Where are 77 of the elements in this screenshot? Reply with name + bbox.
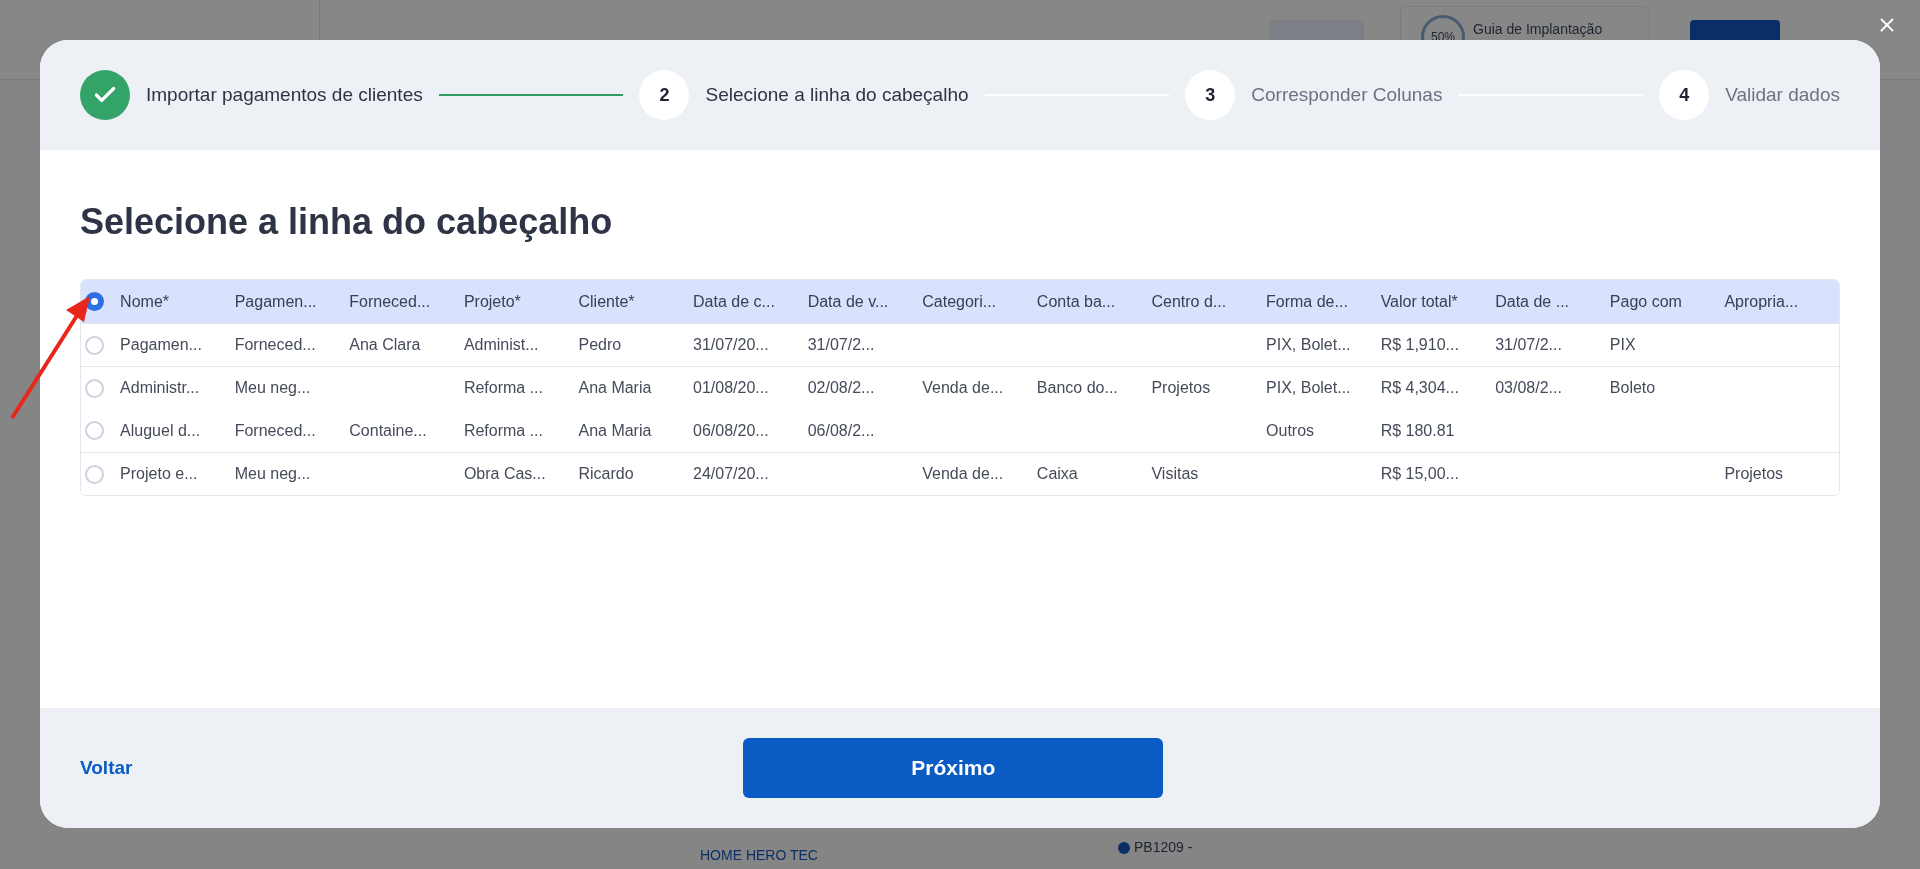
table-cell: Pedro	[578, 336, 622, 353]
table-cell: 01/08/20...	[693, 379, 769, 396]
table-cell: Venda de...	[922, 465, 1004, 482]
table-cell: PIX, Bolet...	[1266, 336, 1351, 353]
table-cell: R$ 1,910...	[1380, 336, 1459, 353]
table-cell: PIX	[1609, 336, 1636, 353]
next-button[interactable]: Próximo	[743, 738, 1164, 798]
radio-button[interactable]	[85, 378, 105, 398]
table-cell: Pago com	[1609, 292, 1682, 310]
table-cell: 06/08/2...	[807, 421, 875, 439]
table-cell: R$ 180.81	[1380, 421, 1455, 439]
table-cell: Forneced...	[234, 336, 316, 353]
table-cell: Data de ...	[1495, 292, 1570, 310]
radio-button[interactable]	[85, 464, 105, 484]
step-number: 3	[1185, 70, 1236, 120]
back-link[interactable]: Voltar	[80, 753, 133, 783]
table-cell: Ana Clara	[349, 336, 421, 353]
table-cell: Venda de...	[922, 379, 1004, 396]
table-cell: Administr...	[120, 379, 200, 396]
table-cell: Forneced...	[234, 421, 316, 439]
table-cell: 06/08/20...	[693, 421, 769, 439]
table-cell: 03/08/2...	[1495, 379, 1562, 396]
table-cell: Outros	[1266, 421, 1315, 439]
step-label: Importar pagamentos de clientes	[146, 82, 423, 107]
table-cell: Pagamen...	[120, 336, 202, 353]
table-cell: Data de c...	[693, 292, 775, 310]
client-name: HOME HERO TEC	[700, 846, 818, 865]
table-cell: Ricardo	[578, 465, 634, 482]
table-cell: 31/07/20...	[693, 336, 769, 353]
step-label: Validar dados	[1725, 82, 1840, 107]
table-cell: Centro d...	[1151, 292, 1227, 310]
table-cell: Cliente*	[578, 292, 635, 310]
table-cell: Boleto	[1609, 379, 1656, 396]
table-cell: Projeto e...	[120, 465, 198, 482]
table-cell: Categori...	[922, 292, 997, 310]
section-heading: Selecione a linha do cabeçalho	[80, 200, 614, 244]
table-cell: Projetos	[1151, 379, 1211, 396]
table-cell: Reforma ...	[463, 379, 543, 396]
table-cell: PIX, Bolet...	[1266, 379, 1351, 396]
table-cell: Valor total*	[1380, 292, 1458, 310]
radio-button[interactable]	[85, 421, 105, 440]
table-cell: R$ 4,304...	[1380, 379, 1459, 396]
table-cell: Containe...	[349, 421, 427, 439]
table-cell: 31/07/2...	[807, 336, 875, 353]
table-cell: Meu neg...	[234, 379, 311, 396]
table-cell: Caixa	[1036, 465, 1078, 482]
table-cell: 24/07/20...	[693, 465, 769, 482]
table-cell: Aluguel d...	[120, 421, 201, 439]
step-number: 2	[639, 70, 690, 120]
table-cell: Ana Maria	[578, 379, 652, 396]
table-cell: Reforma ...	[463, 421, 543, 439]
table-cell: Forma de...	[1266, 292, 1348, 310]
step-number: 4	[1659, 70, 1710, 120]
table-cell: Visitas	[1151, 465, 1199, 482]
radio-button[interactable]	[85, 335, 105, 355]
table-cell: 02/08/2...	[807, 379, 875, 396]
table-cell: Projetos	[1724, 465, 1784, 482]
table-cell: Nome*	[120, 292, 169, 310]
table-cell: Pagamen...	[234, 292, 317, 310]
step-label: Corresponder Colunas	[1251, 82, 1443, 107]
table-cell: Forneced...	[349, 292, 431, 310]
table-cell: Obra Cas...	[463, 465, 546, 482]
table-cell: Administ...	[463, 336, 539, 353]
table-cell: R$ 15,00...	[1380, 465, 1459, 482]
table-cell: Conta ba...	[1036, 292, 1116, 310]
table-cell: Data de v...	[807, 292, 889, 310]
guide-label: Guia de Implantação	[1473, 20, 1603, 39]
table-row[interactable]: Projeto e... Meu neg... Obra Cas... Ricardo 24/07/20... Venda de... Caixa Visitas R$ 15,00... Projetos	[81, 452, 1839, 495]
table-cell: Projeto*	[463, 292, 521, 310]
payment-code: PB1209 -	[1118, 829, 1193, 866]
table-cell: 31/07/2...	[1495, 336, 1562, 353]
table-cell: Apropria...	[1724, 292, 1799, 310]
table-cell: Banco do...	[1036, 379, 1118, 396]
table-cell: Meu neg...	[234, 465, 311, 482]
table-row[interactable]: Nome* Pagamen... Forneced... Projeto* Cliente* Data de c... Data de v... Categori... Conta ba... Centro d... Forma de... Valor total* Data de ... Pago com Apropria...	[81, 280, 1839, 323]
step-label: Selecione a linha do cabeçalho	[705, 82, 969, 107]
table-cell: Ana Maria	[578, 421, 652, 439]
